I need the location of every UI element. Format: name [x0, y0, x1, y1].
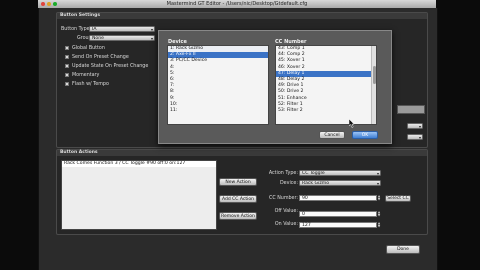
cc-list-scrollbar[interactable] — [371, 46, 376, 124]
device-rows: 1: Rack Gizmo 2: Axe-Fx II 3: PC/CC Device… — [168, 46, 268, 114]
global-button-label: Global Button — [72, 45, 105, 51]
button-settings-title: Button Settings — [57, 13, 427, 19]
off-value-label: Off Value: — [274, 209, 298, 214]
send-on-preset-change-checkbox[interactable] — [65, 55, 69, 59]
device-select[interactable]: Rack Gizmo ▾ — [299, 180, 381, 186]
cancel-button[interactable]: Cancel — [319, 131, 345, 139]
hidden-select-1[interactable]: ▾ — [407, 123, 423, 129]
flash-tempo-label: Flash w/ Tempo — [72, 81, 109, 87]
on-value-stepper[interactable]: ▲ ▼ — [377, 221, 381, 229]
cc-rows: 43: Comp 1 44: Comp 2 45: Xover 1 46: Xover… — [276, 46, 376, 114]
button-type-select[interactable]: IA ▾ — [89, 26, 155, 32]
chevron-down-icon: ▾ — [418, 135, 421, 140]
done-button[interactable]: Done — [386, 245, 420, 254]
on-value-label: On Value: — [274, 222, 298, 227]
cc-number-field[interactable]: 90 — [299, 195, 377, 201]
remove-action-button[interactable]: Remove Action — [219, 212, 257, 220]
hidden-field — [397, 105, 425, 114]
select-cc-button[interactable]: Select CC — [385, 195, 411, 202]
action-type-select[interactable]: CC Toggle ▾ — [299, 170, 381, 176]
mouse-cursor-icon — [349, 119, 355, 128]
chevron-down-icon: ▾ — [418, 124, 421, 129]
global-button-checkbox[interactable] — [65, 46, 69, 50]
on-value-field[interactable]: 127 — [299, 222, 377, 228]
list-item[interactable]: Rack Comes Function 3 / CC Toggle #90 of… — [62, 161, 216, 168]
action-type-label: Action Type: — [268, 171, 298, 176]
update-state-checkbox[interactable] — [65, 64, 69, 68]
ok-button[interactable]: OK — [352, 131, 378, 139]
scrollbar-thumb[interactable] — [372, 66, 376, 84]
flash-tempo-checkbox[interactable] — [65, 82, 69, 86]
group-select[interactable]: None ▾ — [89, 35, 155, 41]
actions-list[interactable]: Rack Comes Function 3 / CC Toggle #90 of… — [61, 160, 217, 230]
list-item[interactable]: 53: Filter 2 — [276, 108, 376, 114]
cc-list[interactable]: 43: Comp 1 44: Comp 2 45: Xover 1 46: Xover… — [275, 45, 377, 125]
chevron-down-icon: ▾ — [150, 36, 153, 41]
add-cc-action-button[interactable]: Add CC Action — [219, 195, 257, 203]
button-type-label: Button Type: — [61, 27, 92, 32]
chevron-down-icon: ▾ — [376, 171, 379, 176]
button-actions-title: Button Actions — [57, 150, 427, 156]
momentary-label: Momentary — [72, 72, 100, 78]
chevron-down-icon: ▾ — [150, 27, 153, 32]
window-title: Mastermind GT Editor - /Users/nic/Deskto… — [166, 1, 308, 7]
device-label: Device: — [279, 181, 298, 186]
cc-number-label: CC Number: — [268, 196, 298, 201]
send-on-preset-change-label: Send On Preset Change — [72, 54, 129, 60]
select-cc-dialog: Device CC Number 1: Rack Gizmo 2: Axe-Fx … — [158, 30, 392, 144]
list-item[interactable]: 11: — [168, 108, 268, 114]
button-actions-panel: Button Actions Rack Comes Function 3 / C… — [56, 149, 428, 235]
hidden-select-2[interactable]: ▾ — [407, 134, 423, 140]
off-value-stepper[interactable]: ▲ ▼ — [377, 210, 381, 218]
momentary-checkbox[interactable] — [65, 73, 69, 77]
new-action-button[interactable]: New Action — [219, 178, 257, 186]
chevron-down-icon: ▾ — [376, 181, 379, 186]
device-list[interactable]: 1: Rack Gizmo 2: Axe-Fx II 3: PC/CC Device… — [167, 45, 269, 125]
off-value-field[interactable]: 0 — [299, 211, 377, 217]
cc-number-stepper[interactable]: ▲ ▼ — [377, 194, 381, 202]
update-state-label: Update State On Preset Change — [72, 63, 149, 69]
